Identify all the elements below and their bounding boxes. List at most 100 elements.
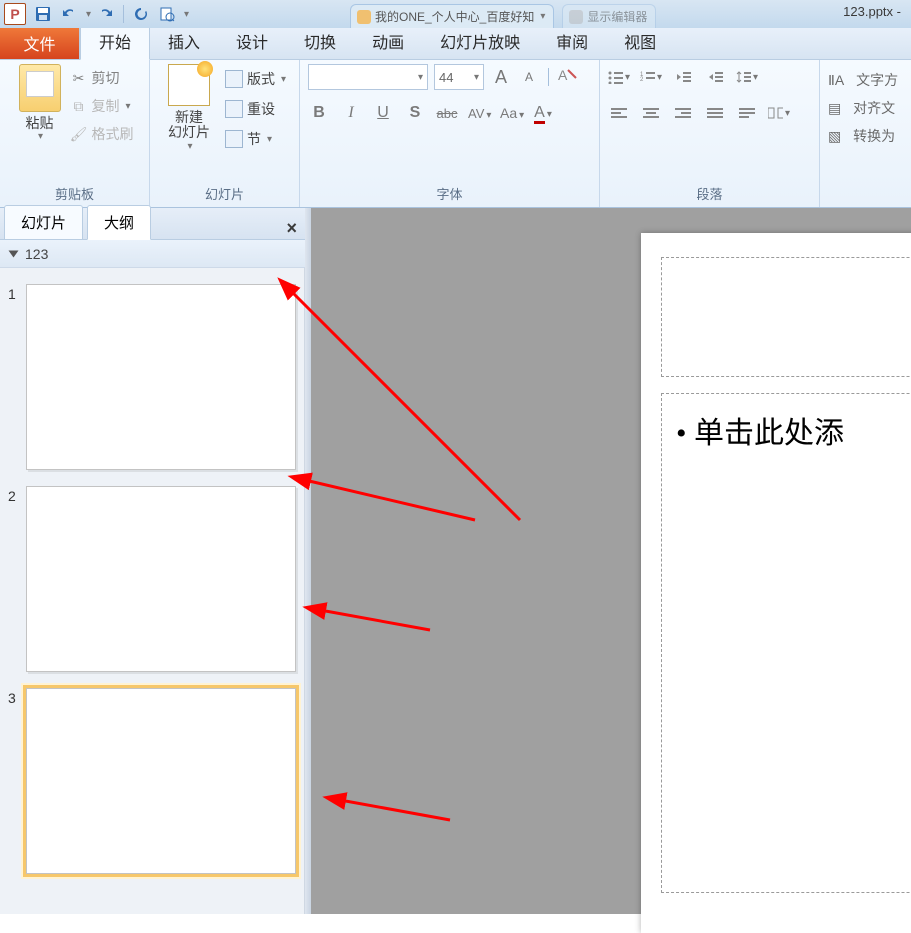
qat-customize-icon[interactable]: ▾ xyxy=(184,9,189,20)
decrease-indent-button[interactable] xyxy=(672,66,694,88)
doc-tab-2[interactable]: 显示编辑器 xyxy=(562,4,656,28)
body-placeholder-text: 单击此处添 xyxy=(676,408,911,452)
ribbon-tab-animations[interactable]: 动画 xyxy=(354,23,422,59)
italic-button[interactable]: I xyxy=(340,104,362,122)
clear-format-button[interactable]: A xyxy=(557,66,579,89)
align-left-button[interactable] xyxy=(608,102,630,124)
layout-icon xyxy=(225,70,243,88)
file-tab[interactable]: 文件 xyxy=(0,27,80,59)
refresh-icon[interactable] xyxy=(130,3,152,25)
group-slides-label: 幻灯片 xyxy=(158,182,291,205)
group-drawing-partial: ⅡA 文字方 ▤ 对齐文 ▧ 转换为 xyxy=(820,60,911,207)
underline-button[interactable]: U xyxy=(372,104,394,122)
shrink-font-button[interactable]: A xyxy=(518,70,540,84)
char-spacing-button[interactable]: AV▾ xyxy=(468,106,490,121)
doc-tab-1[interactable]: 我的ONE_个人中心_百度好知▾ xyxy=(350,4,554,28)
group-clipboard-label: 剪贴板 xyxy=(8,182,141,205)
new-slide-label[interactable]: 新建 幻灯片 xyxy=(168,110,210,141)
reset-icon xyxy=(225,100,243,118)
align-text-button[interactable]: ▤ 对齐文 xyxy=(828,94,903,122)
qat-separator xyxy=(123,5,124,23)
increase-indent-button[interactable] xyxy=(704,66,726,88)
group-clipboard: 粘贴 ▾ ✂ 剪切 ⧉ 复制 ▾ 🖌 格式刷 剪贴板 xyxy=(0,60,150,207)
ribbon-tab-view[interactable]: 视图 xyxy=(606,23,674,59)
separator xyxy=(548,68,549,86)
thumb-row[interactable]: 2 xyxy=(0,480,304,682)
bold-button[interactable]: B xyxy=(308,104,330,122)
pane-tab-outline[interactable]: 大纲 xyxy=(87,205,151,240)
new-slide-dropdown-icon[interactable]: ▾ xyxy=(187,141,192,152)
thumb-row[interactable]: 3 xyxy=(0,682,304,884)
smartart-icon: ▧ xyxy=(828,128,841,145)
slide-thumbnail-1[interactable] xyxy=(26,284,296,470)
svg-text:2: 2 xyxy=(640,77,644,83)
grow-font-button[interactable]: A xyxy=(490,67,512,88)
copy-label: 复制 xyxy=(92,96,120,116)
align-right-button[interactable] xyxy=(672,102,694,124)
justify-button[interactable] xyxy=(704,102,726,124)
new-slide-icon[interactable] xyxy=(168,64,210,106)
columns-button[interactable]: ▾ xyxy=(768,102,790,124)
line-spacing-button[interactable]: ▾ xyxy=(736,66,758,88)
cut-button[interactable]: ✂ 剪切 xyxy=(70,68,134,88)
ribbon-tab-design[interactable]: 设计 xyxy=(218,23,286,59)
group-paragraph: ▾ 12▾ ▾ ▾ 段落 xyxy=(600,60,820,207)
copy-button[interactable]: ⧉ 复制 ▾ xyxy=(70,96,134,116)
slide-thumbnail-2[interactable] xyxy=(26,486,296,672)
doc-tab-2-label: 显示编辑器 xyxy=(587,8,647,25)
body-placeholder[interactable]: 单击此处添 xyxy=(661,393,911,893)
layout-button[interactable]: 版式▾ xyxy=(223,68,288,90)
undo-icon[interactable] xyxy=(58,3,80,25)
reset-button[interactable]: 重设 xyxy=(223,98,288,120)
convert-smartart-button[interactable]: ▧ 转换为 xyxy=(828,122,903,150)
ribbon-tab-transitions[interactable]: 切换 xyxy=(286,23,354,59)
font-color-button[interactable]: A▾ xyxy=(532,104,554,122)
ribbon-tab-review[interactable]: 审阅 xyxy=(538,23,606,59)
slide-editor-area[interactable]: 单 单击此处添 xyxy=(311,208,911,914)
brush-icon: 🖌 xyxy=(70,125,88,143)
collapse-icon xyxy=(9,250,19,257)
text-direction-button[interactable]: ⅡA 文字方 xyxy=(828,66,903,94)
shadow-button[interactable]: S xyxy=(404,104,426,122)
bullets-button[interactable]: ▾ xyxy=(608,66,630,88)
font-name-combo[interactable]: ▾ xyxy=(308,64,428,90)
distribute-button[interactable] xyxy=(736,102,758,124)
font-size-value: 44 xyxy=(439,70,453,85)
thumb-row[interactable]: 1 xyxy=(0,278,304,480)
ribbon-tab-slideshow[interactable]: 幻灯片放映 xyxy=(422,23,538,59)
thumb-number: 3 xyxy=(8,688,26,706)
strikethrough-button[interactable]: abc xyxy=(436,106,458,121)
scissors-icon: ✂ xyxy=(70,69,88,87)
paste-label[interactable]: 粘贴 xyxy=(26,116,54,131)
tab-favicon-icon xyxy=(357,10,371,24)
align-center-button[interactable] xyxy=(640,102,662,124)
section-label: 节 xyxy=(247,129,261,149)
outline-header[interactable]: 123 xyxy=(0,240,305,268)
pane-close-button[interactable]: × xyxy=(286,218,297,239)
slide-canvas[interactable]: 单 单击此处添 xyxy=(641,233,911,933)
thumb-number: 1 xyxy=(8,284,26,302)
group-font: ▾ 44▾ A A A B I U S abc AV▾ Aa▾ xyxy=(300,60,600,207)
save-icon[interactable] xyxy=(32,3,54,25)
window-title: 123.pptx - xyxy=(843,4,901,19)
redo-icon[interactable] xyxy=(95,3,117,25)
ribbon-tab-insert[interactable]: 插入 xyxy=(150,23,218,59)
section-button[interactable]: 节▾ xyxy=(223,128,288,150)
font-size-combo[interactable]: 44▾ xyxy=(434,64,484,90)
slide-thumbnail-3[interactable] xyxy=(26,688,296,874)
print-preview-icon[interactable] xyxy=(156,3,178,25)
slide-thumbnail-rail[interactable]: 1 2 3 xyxy=(0,268,305,914)
numbering-button[interactable]: 12▾ xyxy=(640,66,662,88)
pane-tab-slides[interactable]: 幻灯片 xyxy=(4,205,83,239)
thumb-number: 2 xyxy=(8,486,26,504)
cut-label: 剪切 xyxy=(92,68,120,88)
ribbon: 粘贴 ▾ ✂ 剪切 ⧉ 复制 ▾ 🖌 格式刷 剪贴板 xyxy=(0,60,911,208)
undo-dropdown-icon[interactable]: ▾ xyxy=(86,9,91,20)
tab-favicon-icon xyxy=(569,10,583,24)
format-painter-button[interactable]: 🖌 格式刷 xyxy=(70,124,134,144)
paste-icon[interactable] xyxy=(19,64,61,112)
paste-dropdown-icon[interactable]: ▾ xyxy=(38,131,43,142)
group-paragraph-label: 段落 xyxy=(608,182,811,205)
title-placeholder[interactable]: 单 xyxy=(661,257,911,377)
change-case-button[interactable]: Aa▾ xyxy=(500,105,522,121)
